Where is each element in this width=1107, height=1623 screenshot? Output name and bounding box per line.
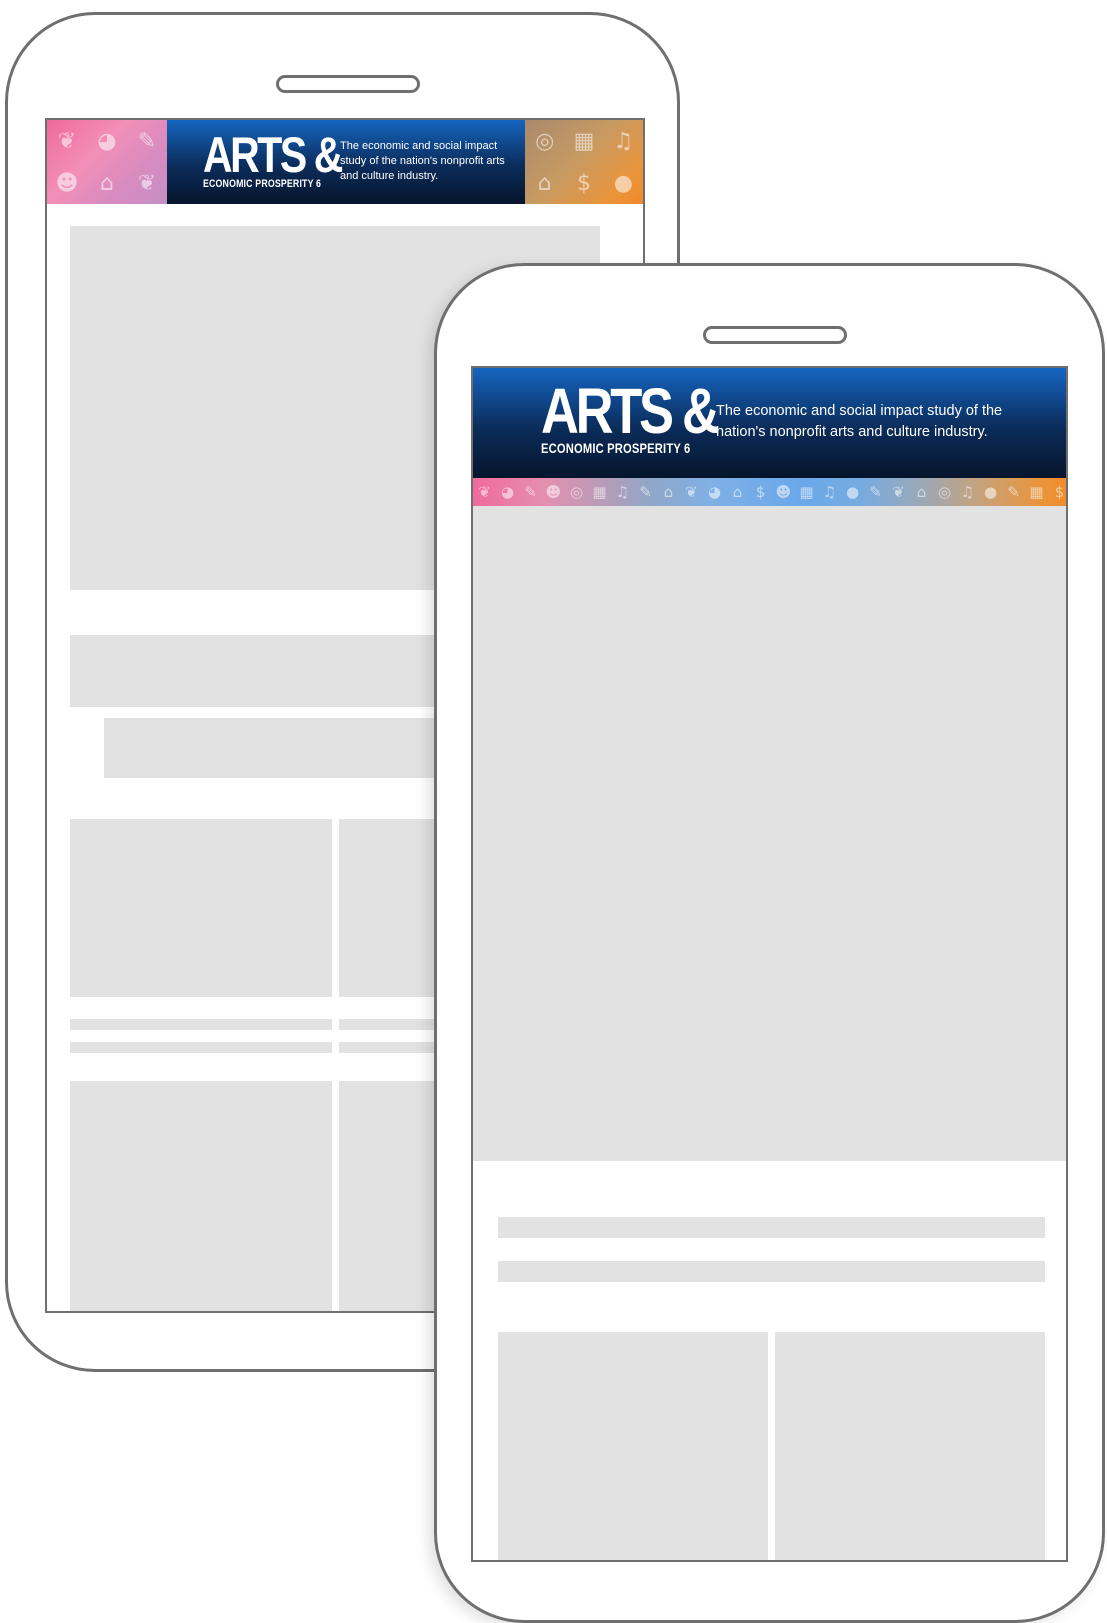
banner-tagline: The economic and social impact study of … — [340, 140, 505, 182]
text-line-placeholder — [70, 1042, 332, 1053]
music-icon: ♫ — [960, 483, 975, 501]
banner-tagline: The economic and social impact study of … — [716, 403, 1003, 440]
music-icon: ♫ — [822, 483, 837, 501]
art-icon-strip: ❦ ◕ ✎ ☻ ◎ ▦ ♫ ✎ ⌂ ❦ ◕ ⌂ $ ☻ ▦ ♫ ● ✎ ❦ ⌂ … — [473, 478, 1066, 506]
building-icon: ▦ — [592, 483, 607, 501]
brush-icon: ✎ — [524, 483, 537, 501]
logo-sub: ECONOMIC PROSPERITY 6 — [203, 178, 322, 190]
card-image-placeholder — [70, 1081, 332, 1311]
camera-icon: ◎ — [937, 483, 952, 501]
leaf-icon: ❦ — [892, 483, 905, 501]
leaf-icon: ❦ — [57, 128, 77, 154]
email-banner-desktop: ❦ ◕ ✎ ☻ ⌂ ❦ ARTS & ECONOMIC PROSPERITY 6… — [47, 120, 643, 204]
logo-main: ARTS & — [541, 375, 720, 447]
house-icon: ⌂ — [663, 483, 674, 501]
mask-icon: ☻ — [55, 170, 79, 196]
brush-icon: ✎ — [137, 128, 157, 154]
palette-icon: ◕ — [97, 128, 117, 154]
logo-main: ARTS & — [203, 127, 343, 183]
person-icon: ● — [845, 483, 860, 501]
text-line-placeholder — [498, 1261, 1045, 1282]
art-tiles-right: ◎ ▦ ♫ ⌂ $ ● — [525, 120, 643, 204]
card-image-placeholder — [498, 1332, 768, 1560]
text-line-placeholder — [498, 1217, 1045, 1238]
hero-image-placeholder — [473, 506, 1066, 1161]
leaf-icon: ❦ — [137, 170, 157, 196]
house-icon: ⌂ — [732, 483, 743, 501]
mask-icon: ☻ — [545, 483, 562, 501]
music-icon: ♫ — [615, 483, 630, 501]
brush-icon: ✎ — [1007, 483, 1020, 501]
card-image-placeholder — [70, 819, 332, 997]
art-tiles-left: ❦ ◕ ✎ ☻ ⌂ ❦ — [47, 120, 167, 204]
speaker-slot — [276, 75, 420, 93]
camera-icon: ◎ — [535, 128, 555, 154]
brush-icon: ✎ — [639, 483, 652, 501]
building-icon: ▦ — [799, 483, 814, 501]
person-icon: ● — [983, 483, 998, 501]
front-screen: ARTS & ECONOMIC PROSPERITY 6 The economi… — [471, 366, 1068, 1562]
building-icon: ▦ — [1029, 483, 1044, 501]
brush-icon: ✎ — [869, 483, 882, 501]
building-icon: ▦ — [573, 128, 595, 154]
music-icon: ♫ — [613, 128, 634, 154]
person-icon: ● — [613, 170, 633, 196]
speaker-slot — [703, 326, 847, 344]
palette-icon: ◕ — [500, 483, 515, 501]
text-line-placeholder — [70, 1019, 332, 1030]
leaf-icon: ❦ — [478, 483, 491, 501]
house-icon: ⌂ — [916, 483, 927, 501]
email-banner-mobile: ARTS & ECONOMIC PROSPERITY 6 The economi… — [473, 368, 1066, 478]
device-front-phone: ARTS & ECONOMIC PROSPERITY 6 The economi… — [434, 263, 1105, 1623]
dollar-icon: $ — [576, 170, 591, 196]
palette-icon: ◕ — [707, 483, 722, 501]
house-icon: ⌂ — [100, 170, 114, 196]
camera-icon: ◎ — [569, 483, 584, 501]
mask-icon: ☻ — [775, 483, 792, 501]
dollar-icon: $ — [755, 483, 766, 501]
leaf-icon: ❦ — [685, 483, 698, 501]
dollar-icon: $ — [1054, 483, 1065, 501]
logo-sub: ECONOMIC PROSPERITY 6 — [541, 440, 691, 456]
card-image-placeholder — [775, 1332, 1045, 1560]
house-icon: ⌂ — [537, 170, 552, 196]
